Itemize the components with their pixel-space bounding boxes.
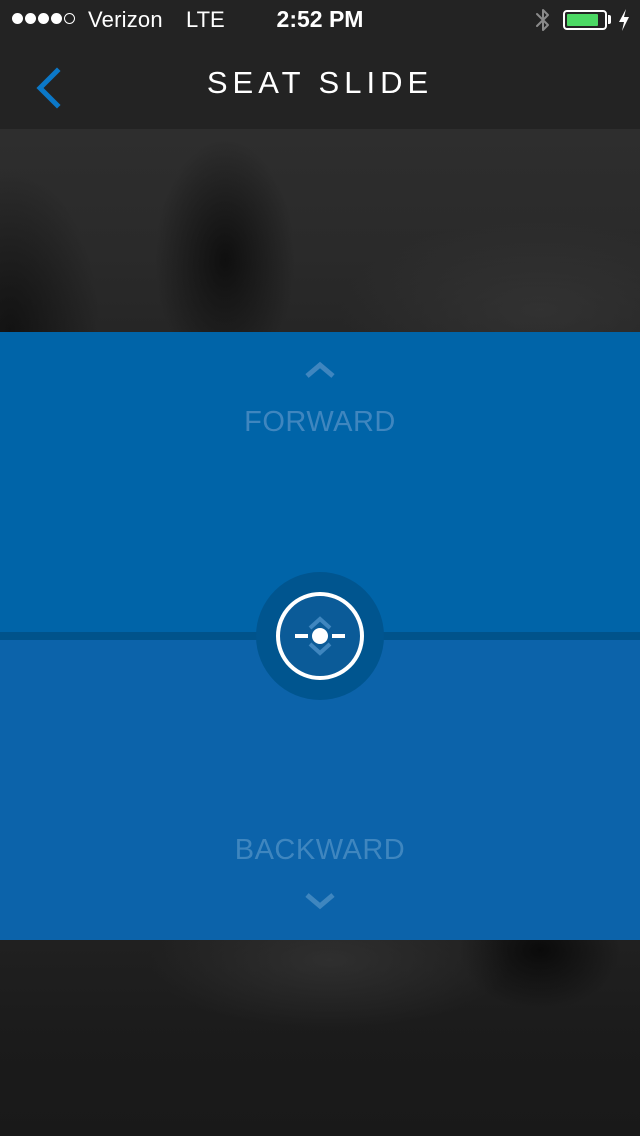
chevron-up-icon: [305, 361, 335, 378]
forward-label: FORWARD: [244, 406, 396, 438]
chevron-down-icon: [305, 893, 335, 910]
page-title: SEAT SLIDE: [206, 65, 434, 100]
vehicle-photo-top: [0, 130, 640, 332]
seat-slide-slider-icon: [295, 616, 345, 656]
status-bar: Verizon LTE 2:52 PM: [0, 0, 640, 40]
vehicle-photo-bottom: [0, 940, 640, 1136]
knob-ring: [276, 592, 364, 680]
navigation-bar: SEAT SLIDE: [0, 40, 640, 130]
backward-label: BACKWARD: [234, 834, 406, 866]
bluetooth-icon: [536, 9, 549, 31]
battery-icon: [563, 10, 607, 30]
battery-tip: [608, 15, 611, 24]
seat-slide-screen: Verizon LTE 2:52 PM SEAT SLIDE FORWARD B…: [0, 0, 640, 1136]
battery-level: [567, 14, 598, 26]
seat-slide-knob[interactable]: [256, 572, 384, 700]
charging-bolt-icon: [619, 9, 629, 31]
